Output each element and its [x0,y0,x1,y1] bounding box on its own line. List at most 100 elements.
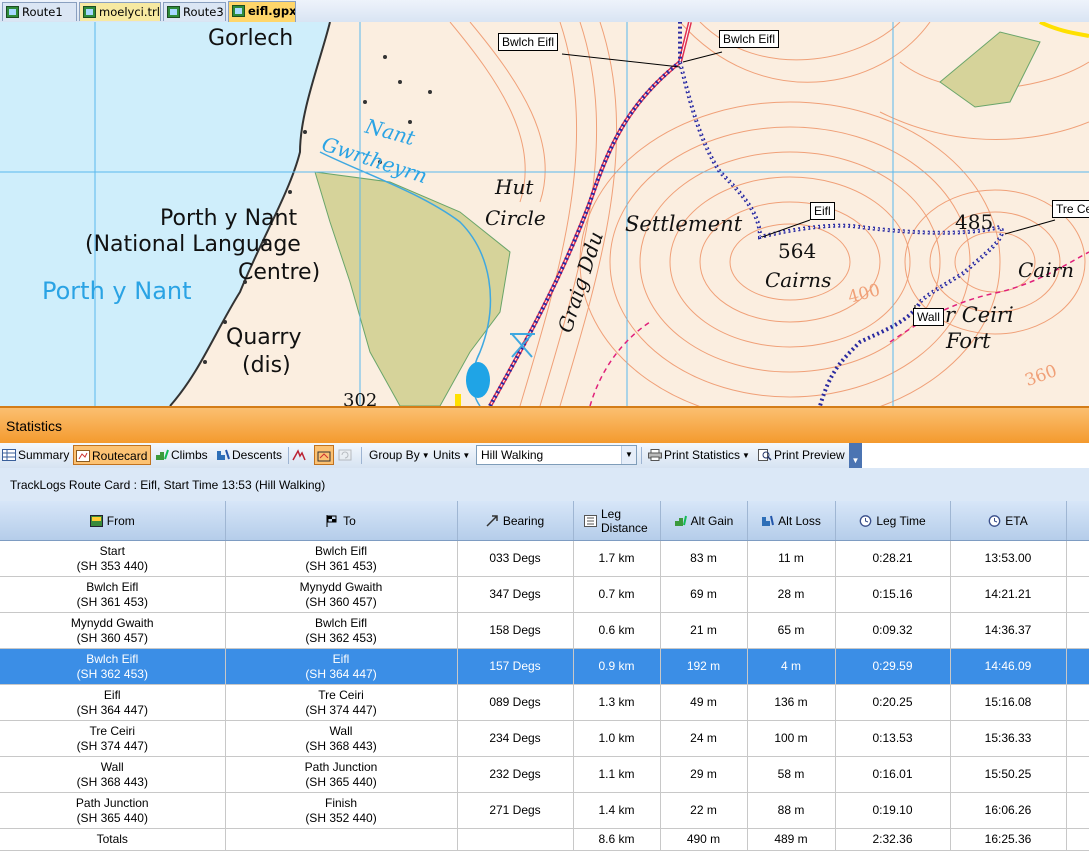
column-header-leg-distance[interactable]: Leg Distance [573,501,661,541]
from-name: Bwlch Eifl [86,579,139,594]
profile-button[interactable] [292,445,310,465]
alt-gain-cell: 24 m [660,720,748,757]
eta-cell: 14:46.09 [950,648,1067,685]
waypoint-label[interactable]: Bwlch Eifl [719,30,780,48]
from-grid-ref: (SH 364 447) [76,702,148,717]
to-name: Path Junction [304,759,378,774]
distance-cell: 1.0 km [573,720,661,757]
column-header-bearing[interactable]: Bearing [457,501,574,541]
distance-cell: 1.3 km [573,684,661,721]
total-alt-gain: 490 m [660,828,748,851]
table-row[interactable]: Wall (SH 368 443) Path Junction (SH 365 440… [0,756,1089,793]
print-statistics-button[interactable]: Print Statistics ▼ [648,445,750,465]
to-grid-ref: (SH 374 447) [305,702,377,717]
table-row-selected[interactable]: Bwlch Eifl (SH 362 453) Eifl (SH 364 447) 15… [0,648,1089,685]
tab-moelyci[interactable]: moelyci.trl [79,2,161,21]
distance-cell: 1.1 km [573,756,661,793]
statistics-toolbar: Summary Routecard Climbs Descents Group … [0,443,862,469]
column-header-alt-loss[interactable]: Alt Loss [747,501,836,541]
table-row[interactable]: Tre Ceiri (SH 374 447) Wall (SH 368 443) 234… [0,720,1089,757]
alt-gain-cell: 49 m [660,684,748,721]
totals-row: Totals 8.6 km 490 m 489 m 2:32.36 16:25.36 [0,828,1089,851]
refresh-icon [338,449,352,461]
descents-button[interactable]: Descents [216,445,282,465]
tab-route3[interactable]: Route3 [163,2,226,21]
waypoint-label[interactable]: Tre Ce [1052,200,1089,218]
table-header-row: From To Bearing Leg Distance Alt Gain Al… [0,501,1089,541]
column-header-from[interactable]: From [0,501,226,541]
bearing-cell: 271 Degs [457,792,574,829]
column-header-leg-time[interactable]: Leg Time [835,501,951,541]
distance-cell: 1.7 km [573,540,661,577]
waypoint-label[interactable]: Eifl [810,202,835,220]
from-grid-ref: (SH 365 440) [76,810,148,825]
column-header-eta[interactable]: ETA [950,501,1067,541]
from-name: Eifl [103,687,121,702]
waypoint-toggle-button[interactable] [314,445,334,465]
leg-time-cell: 0:13.53 [835,720,951,757]
eta-cell: 15:50.25 [950,756,1067,793]
refresh-button[interactable] [338,445,356,465]
from-grid-ref: (SH 362 453) [76,666,148,681]
alt-loss-cell: 88 m [747,792,836,829]
clock-icon [988,514,1001,527]
print-preview-button[interactable]: Print Preview [758,445,845,465]
table-row[interactable]: Mynydd Gwaith (SH 360 457) Bwlch Eifl (SH 3… [0,612,1089,649]
table-row[interactable]: Eifl (SH 364 447) Tre Ceiri (SH 374 447) 089… [0,684,1089,721]
waypoint-label[interactable]: Wall [913,308,944,326]
group-by-dropdown[interactable]: Group By ▼ [369,445,430,465]
alt-gain-cell: 69 m [660,576,748,613]
print-preview-icon [758,449,772,461]
start-flag-icon [89,514,103,527]
routecard-table: From To Bearing Leg Distance Alt Gain Al… [0,501,1089,851]
map-icon [6,6,19,18]
separator [361,447,362,464]
dropdown-arrow-icon: ▼ [462,451,471,460]
from-name: Path Junction [75,795,149,810]
waypoint-label[interactable]: Bwlch Eifl [498,33,559,51]
printer-icon [648,449,662,461]
separator [288,447,289,464]
from-grid-ref: (SH 361 453) [76,594,148,609]
column-header-filler [1066,501,1089,541]
separator [641,447,642,464]
place-label: (National Language [85,232,301,257]
table-icon [2,449,16,461]
to-grid-ref: (SH 365 440) [305,774,377,789]
from-name: Bwlch Eifl [86,651,139,666]
to-name: Bwlch Eifl [314,543,367,558]
dropdown-arrow-icon: ▼ [742,451,750,460]
statistics-panel-header: Statistics [0,406,1089,443]
summary-button[interactable]: Summary [2,445,69,465]
to-name: Mynydd Gwaith [299,579,383,594]
units-dropdown[interactable]: Units ▼ [433,445,470,465]
map-view[interactable]: Gorlech Nant Gwrtheyrn Porth y Nant (Nat… [0,22,1089,406]
alt-gain-cell: 192 m [660,648,748,685]
place-label: Circle [485,206,546,230]
from-name: Wall [100,759,124,774]
place-label: (dis) [242,353,291,378]
alt-loss-cell: 58 m [747,756,836,793]
tab-eifl-gpx[interactable]: eifl.gpx [228,1,296,22]
table-row[interactable]: Bwlch Eifl (SH 361 453) Mynydd Gwaith (SH 3… [0,576,1089,613]
to-grid-ref: (SH 352 440) [305,810,377,825]
from-name: Tre Ceiri [89,723,136,738]
place-label: Settlement [625,212,743,236]
routecard-button[interactable]: Routecard [73,445,151,465]
activity-select[interactable]: Hill Walking ▼ [476,445,637,465]
column-header-to[interactable]: To [225,501,458,541]
toolbar-overflow-button[interactable]: ▼ [849,443,862,468]
climbs-button[interactable]: Climbs [155,445,208,465]
table-row[interactable]: Path Junction (SH 365 440) Finish (SH 352 4… [0,792,1089,829]
column-header-alt-gain[interactable]: Alt Gain [660,501,748,541]
chequered-flag-icon [326,514,337,527]
leg-time-cell: 0:16.01 [835,756,951,793]
place-label: Porth y Nant [160,206,298,231]
bearing-cell: 234 Degs [457,720,574,757]
alt-loss-cell: 136 m [747,684,836,721]
table-row[interactable]: Start (SH 353 440) Bwlch Eifl (SH 361 453) 0… [0,540,1089,577]
chevron-down-icon[interactable]: ▼ [621,446,636,464]
final-eta: 16:25.36 [950,828,1067,851]
tab-route1[interactable]: Route1 [2,2,77,21]
map-icon [167,6,180,18]
